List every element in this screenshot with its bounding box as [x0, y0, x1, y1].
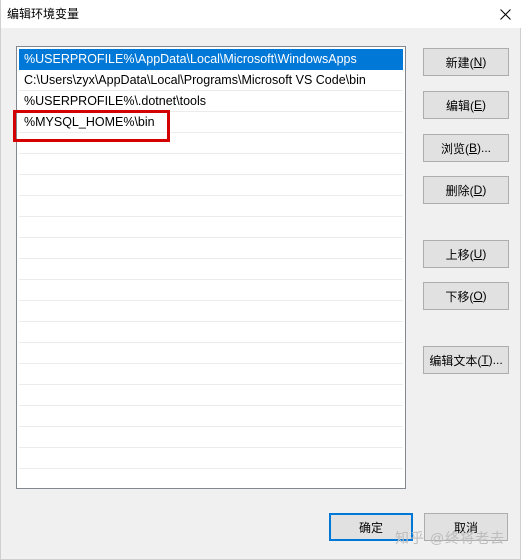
empty-list-row[interactable]	[19, 280, 403, 301]
move-down-button[interactable]: 下移(O)	[423, 282, 509, 310]
empty-list-row[interactable]	[19, 196, 403, 217]
close-icon	[499, 8, 511, 20]
edit-text-button[interactable]: 编辑文本(T)...	[423, 346, 509, 374]
move-up-button-label: 上移(	[445, 247, 474, 262]
new-button[interactable]: 新建(N)	[423, 48, 509, 76]
move-down-button-label: 下移(	[445, 289, 474, 304]
empty-list-row[interactable]	[19, 301, 403, 322]
move-up-button-label-end: )	[482, 247, 487, 261]
edit-env-var-dialog: 编辑环境变量 %USERPROFILE%\AppData\Local\Micro…	[0, 0, 521, 560]
empty-list-row[interactable]	[19, 427, 403, 448]
list-item[interactable]: %MYSQL_HOME%\bin	[19, 112, 403, 133]
list-item[interactable]: C:\Users\zyx\AppData\Local\Programs\Micr…	[19, 70, 403, 91]
edit-button[interactable]: 编辑(E)	[423, 91, 509, 119]
empty-list-row[interactable]	[19, 322, 403, 343]
list-item[interactable]: %USERPROFILE%\AppData\Local\Microsoft\Wi…	[19, 49, 403, 70]
edit-button-accesskey: E	[473, 98, 482, 112]
empty-list-row[interactable]	[19, 385, 403, 406]
browse-button[interactable]: 浏览(B)...	[423, 134, 509, 162]
empty-list-row[interactable]	[19, 259, 403, 280]
edit-button-label-end: )	[482, 98, 486, 112]
new-button-label: 新建(	[445, 55, 474, 70]
delete-button-label-end: )	[482, 183, 487, 197]
list-item[interactable]: %USERPROFILE%\.dotnet\tools	[19, 91, 403, 112]
edit-text-button-label-end: )...	[488, 353, 503, 367]
edit-button-label: 编辑(	[445, 98, 474, 113]
empty-list-row[interactable]	[19, 175, 403, 196]
edit-text-button-accesskey: T	[481, 353, 489, 367]
delete-button[interactable]: 删除(D)	[423, 176, 509, 204]
browse-button-label-end: )...	[477, 141, 491, 155]
empty-list-row[interactable]	[19, 217, 403, 238]
path-list[interactable]: %USERPROFILE%\AppData\Local\Microsoft\Wi…	[16, 46, 406, 489]
close-button[interactable]	[488, 0, 521, 28]
move-down-button-label-end: )	[482, 289, 487, 303]
new-button-accesskey: N	[473, 55, 483, 69]
watermark-text: 知乎 @终将老去	[395, 530, 506, 546]
new-button-label-end: )	[482, 55, 487, 69]
ok-button-label: 确定	[358, 520, 383, 535]
edit-text-button-label: 编辑文本(	[429, 353, 482, 368]
move-down-button-accesskey: O	[473, 289, 483, 303]
browse-button-accesskey: B	[468, 141, 477, 155]
empty-list-row[interactable]	[19, 406, 403, 427]
list-item-text: C:\Users\zyx\AppData\Local\Programs\Micr…	[24, 73, 366, 87]
title-bar: 编辑环境变量	[1, 0, 521, 28]
move-up-button-accesskey: U	[473, 247, 483, 261]
window-title: 编辑环境变量	[7, 7, 80, 21]
empty-list-row[interactable]	[19, 448, 403, 469]
empty-list-row[interactable]	[19, 364, 403, 385]
browse-button-label: 浏览(	[440, 141, 469, 156]
delete-button-accesskey: D	[473, 183, 483, 197]
move-up-button[interactable]: 上移(U)	[423, 240, 509, 268]
delete-button-label: 删除(	[445, 183, 474, 198]
empty-list-row[interactable]	[19, 154, 403, 175]
list-item-text: %USERPROFILE%\AppData\Local\Microsoft\Wi…	[24, 52, 357, 66]
empty-list-row[interactable]	[19, 238, 403, 259]
empty-list-row[interactable]	[19, 343, 403, 364]
list-item-text: %USERPROFILE%\.dotnet\tools	[24, 94, 207, 108]
list-item-text: %MYSQL_HOME%\bin	[24, 115, 155, 129]
empty-list-row[interactable]	[19, 133, 403, 154]
